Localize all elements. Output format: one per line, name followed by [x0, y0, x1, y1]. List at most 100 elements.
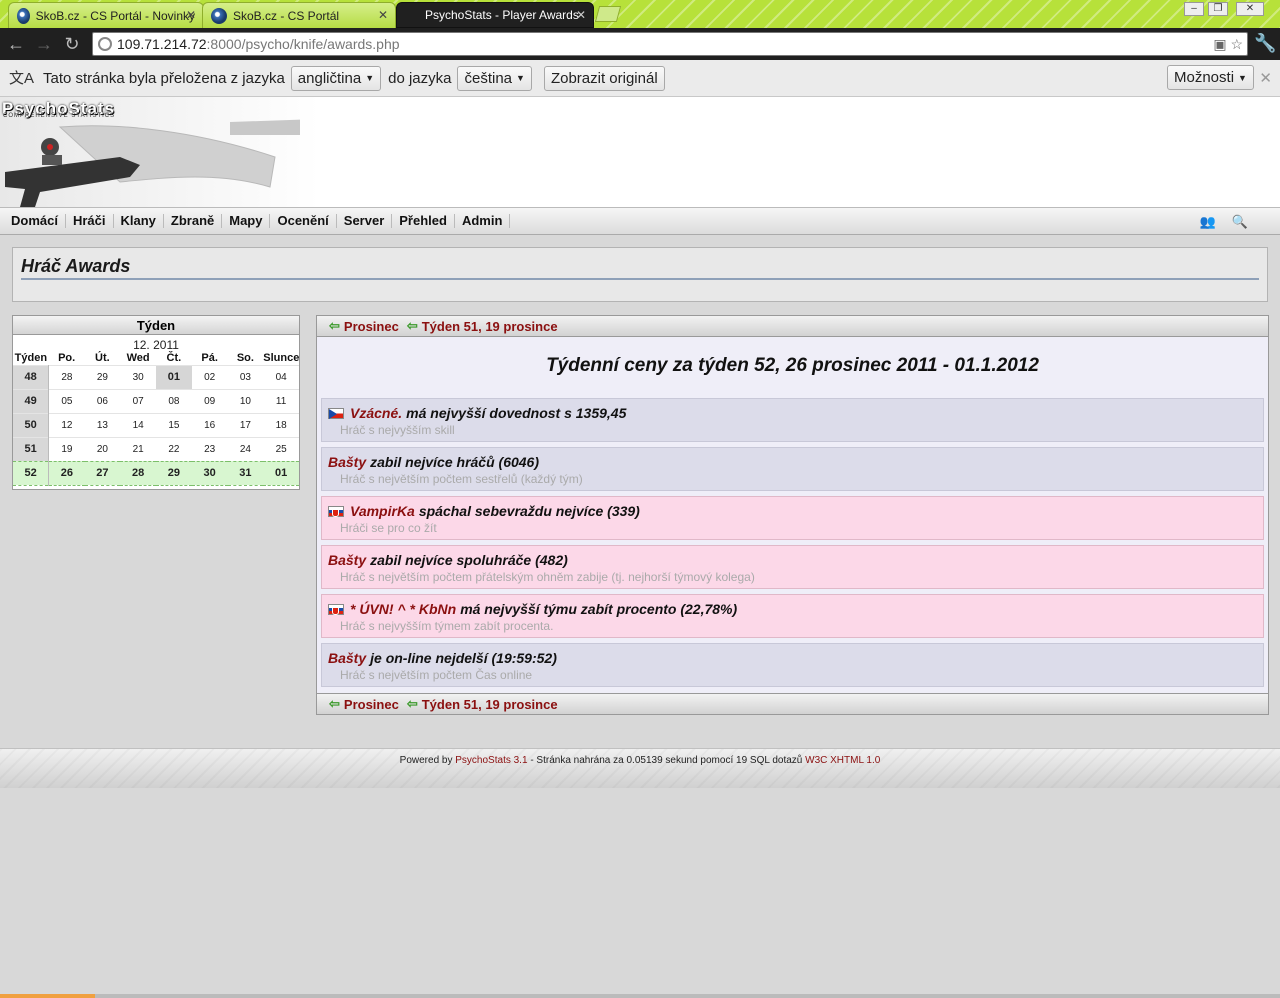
calendar-column-header: Wed — [126, 351, 150, 364]
nav-item-maps[interactable]: Mapy — [222, 214, 271, 228]
options-button[interactable]: Možnosti ▼ — [1167, 65, 1254, 90]
close-tab-icon[interactable]: ✕ — [186, 8, 196, 22]
from-language-select[interactable]: angličtina ▼ — [290, 65, 382, 91]
show-original-button[interactable]: Zobrazit originál — [543, 65, 665, 91]
from-language-value: angličtina — [297, 69, 362, 87]
calendar-day[interactable]: 07 — [120, 388, 156, 413]
nav-item-server[interactable]: Server — [337, 214, 393, 228]
calendar-day[interactable]: 17 — [227, 412, 264, 437]
footer-stats: - Stránka nahrána za 0.05139 sekund pomo… — [530, 755, 803, 766]
close-tab-icon[interactable]: ✕ — [378, 8, 388, 22]
users-icon[interactable]: 👥 — [1200, 214, 1232, 229]
logo-banner[interactable]: PsychoStats COMPREHENSIVE STATISTICS — [0, 97, 320, 207]
prev-month-link[interactable]: Prosinec — [344, 697, 399, 712]
week-number[interactable]: 51 — [13, 436, 50, 461]
award-text: zabil nejvíce spoluhráče (482) — [370, 552, 568, 568]
calendar-column-header: Čt. — [166, 351, 182, 364]
calendar-day[interactable]: 29 — [84, 364, 121, 389]
nav-item-admin[interactable]: Admin — [455, 214, 511, 228]
tab-psychostats-awards[interactable]: PsychoStats - Player Awards ✕ — [396, 2, 594, 28]
prev-week-link[interactable]: Týden 51, 19 prosince — [422, 697, 558, 712]
prev-week-link[interactable]: Týden 51, 19 prosince — [422, 319, 558, 334]
award-description: Hráč s největším počtem Čas online — [340, 668, 533, 682]
psychostats-link[interactable]: PsychoStats 3.1 — [455, 755, 527, 766]
calendar-day[interactable]: 11 — [263, 388, 299, 413]
player-link[interactable]: VampirKa — [350, 503, 415, 519]
calendar-day[interactable]: 21 — [120, 436, 156, 461]
search-icon[interactable]: 🔍 — [1232, 214, 1264, 229]
calendar-day[interactable]: 31 — [227, 460, 264, 486]
calendar-day[interactable]: 13 — [84, 412, 121, 437]
page-title: Hráč Awards — [21, 256, 131, 276]
bookmark-star-icon[interactable]: ▣ ☆ — [1213, 36, 1243, 53]
close-translate-bar-icon[interactable]: ✕ — [1259, 69, 1272, 87]
calendar-day[interactable]: 23 — [191, 436, 228, 461]
calendar-day[interactable]: 01 — [156, 364, 192, 389]
week-number[interactable]: 52 — [13, 460, 50, 486]
restore-button[interactable]: ❐ — [1208, 2, 1228, 16]
calendar-day[interactable]: 28 — [48, 364, 85, 389]
player-link[interactable]: Bašty — [328, 454, 366, 470]
calendar-day[interactable]: 14 — [120, 412, 156, 437]
nav-item-players[interactable]: Hráči — [66, 214, 114, 228]
award-description: Hráč s nejvyšším týmem zabít procenta. — [340, 619, 554, 633]
back-icon[interactable]: ← — [5, 33, 27, 55]
reload-icon[interactable]: ↻ — [61, 33, 83, 55]
wrench-icon[interactable]: 🔧 — [1254, 33, 1276, 54]
calendar-day[interactable]: 30 — [191, 460, 228, 486]
player-link[interactable]: Vzácné. — [350, 405, 402, 421]
calendar-day[interactable]: 29 — [156, 460, 192, 486]
calendar-day[interactable]: 18 — [263, 412, 299, 437]
w3c-link[interactable]: W3C XHTML 1.0 — [805, 755, 880, 766]
forward-icon[interactable]: → — [33, 33, 55, 55]
minimize-button[interactable]: – — [1184, 2, 1204, 16]
player-link[interactable]: * ÚVN! ^ * KbNn — [350, 601, 456, 617]
week-number[interactable]: 48 — [13, 364, 50, 389]
calendar-day[interactable]: 30 — [120, 364, 156, 389]
calendar-day[interactable]: 22 — [156, 436, 192, 461]
close-tab-icon[interactable]: ✕ — [576, 8, 586, 22]
calendar-day[interactable]: 19 — [48, 436, 85, 461]
translate-middle: do jazyka — [388, 69, 452, 87]
nav-item-awards[interactable]: Ocenění — [270, 214, 337, 228]
calendar-day[interactable]: 04 — [263, 364, 299, 389]
nav-item-clans[interactable]: Klany — [114, 214, 164, 228]
nav-item-overview[interactable]: Přehled — [392, 214, 455, 228]
calendar-month: 12. 2011 — [133, 338, 179, 352]
calendar-day[interactable]: 16 — [191, 412, 228, 437]
calendar-day[interactable]: 09 — [191, 388, 228, 413]
status-line — [0, 994, 1280, 998]
player-link[interactable]: Bašty — [328, 650, 366, 666]
calendar-day[interactable]: 27 — [84, 460, 121, 486]
tab-skob-novinky[interactable]: SkoB.cz - CS Portál - Novinky ✕ — [8, 2, 204, 28]
to-language-select[interactable]: čeština ▼ — [457, 65, 532, 91]
calendar-day[interactable]: 03 — [227, 364, 264, 389]
calendar-day[interactable]: 15 — [156, 412, 192, 437]
window-close-button[interactable]: ✕ — [1236, 2, 1264, 16]
prev-month-link[interactable]: Prosinec — [344, 319, 399, 334]
calendar-day[interactable]: 10 — [227, 388, 264, 413]
calendar-day[interactable]: 02 — [191, 364, 228, 389]
nav-item-home[interactable]: Domácí — [4, 214, 66, 228]
nav-item-weapons[interactable]: Zbraně — [164, 214, 223, 228]
address-bar[interactable]: 109.71.214.72:8000/psycho/knife/awards.p… — [92, 32, 1248, 56]
page-info-icon[interactable] — [98, 37, 112, 51]
tab-skob-portal[interactable]: SkoB.cz - CS Portál ✕ — [202, 2, 396, 28]
calendar-day[interactable]: 20 — [84, 436, 121, 461]
new-tab-button[interactable] — [594, 6, 622, 22]
calendar-week-row: 48 28 29 30 01 02 03 04 — [13, 364, 299, 389]
week-number[interactable]: 49 — [13, 388, 50, 413]
week-number[interactable]: 50 — [13, 412, 50, 437]
calendar-day[interactable]: 08 — [156, 388, 192, 413]
calendar-day[interactable]: 05 — [48, 388, 85, 413]
calendar-day[interactable]: 25 — [263, 436, 299, 461]
page-title-box: Hráč Awards — [12, 247, 1268, 302]
calendar-day[interactable]: 01 — [263, 460, 299, 486]
calendar-week-row: 51 19 20 21 22 23 24 25 — [13, 436, 299, 461]
calendar-day[interactable]: 12 — [48, 412, 85, 437]
calendar-day[interactable]: 28 — [120, 460, 156, 486]
calendar-day[interactable]: 26 — [48, 460, 85, 486]
player-link[interactable]: Bašty — [328, 552, 366, 568]
calendar-day[interactable]: 06 — [84, 388, 121, 413]
calendar-day[interactable]: 24 — [227, 436, 264, 461]
